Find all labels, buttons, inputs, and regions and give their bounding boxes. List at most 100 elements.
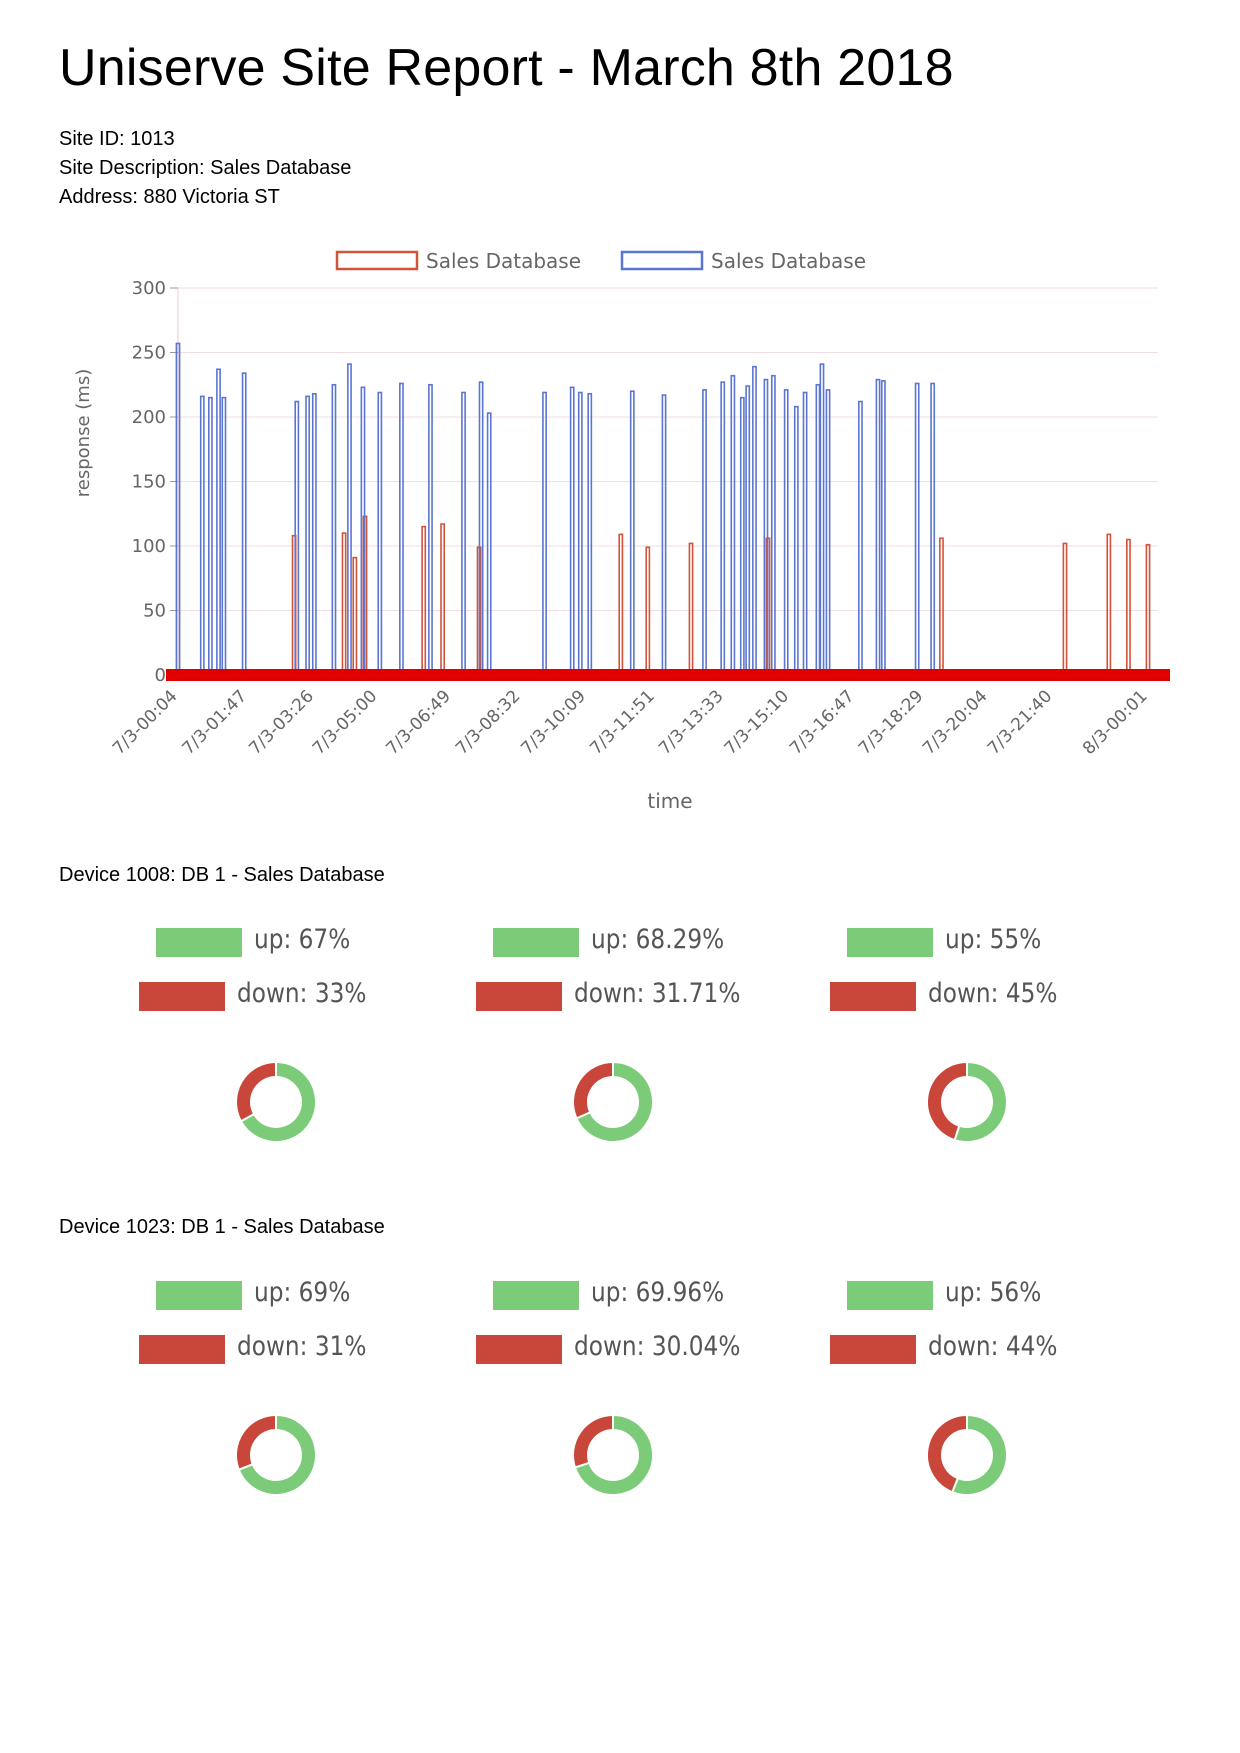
donut-down-slice: [572, 1413, 614, 1469]
donut-down-slice: [235, 1060, 277, 1123]
chart-bars: [175, 342, 1151, 676]
legend-label: Sales Database: [426, 249, 581, 273]
x-tick-label: 7/3-03:26: [245, 686, 317, 758]
bar: [793, 405, 799, 676]
bar: [875, 378, 881, 676]
bar: [730, 374, 736, 676]
bar: [208, 396, 213, 676]
bar: [347, 363, 352, 676]
availability-donut-card: up: 69% down: 31%: [130, 1277, 430, 1521]
chart-legend: Sales Database Sales Database: [335, 249, 866, 273]
legend-label: Sales Database: [711, 249, 866, 273]
up-label: up: 69%: [254, 1277, 351, 1308]
up-swatch: [847, 1281, 933, 1310]
bar: [305, 395, 311, 676]
bar: [858, 400, 863, 676]
x-tick-label: 8/3-00:01: [1079, 686, 1151, 758]
bar: [783, 389, 789, 676]
bar: [569, 386, 575, 676]
availability-donut-card: up: 68.29% down: 31.71%: [467, 924, 767, 1168]
availability-donut-card: up: 69.96% down: 30.04%: [467, 1277, 767, 1521]
up-label: up: 69.96%: [591, 1277, 725, 1308]
down-swatch: [139, 982, 225, 1011]
legend-swatch: [335, 250, 419, 271]
bar: [739, 396, 745, 676]
x-tick-label: 7/3-00:04: [109, 686, 181, 758]
report-title: Uniserve Site Report - March 8th 2018: [59, 39, 954, 97]
y-tick-label: 100: [132, 536, 166, 557]
bar: [294, 400, 300, 676]
bar: [770, 374, 776, 676]
bar: [377, 391, 383, 676]
bar: [311, 392, 317, 676]
availability-donut-card: up: 67% down: 33%: [130, 924, 430, 1168]
x-tick-label: 7/3-06:49: [382, 686, 454, 758]
up-swatch: [493, 1281, 579, 1310]
bar: [661, 394, 667, 676]
bar: [461, 391, 466, 676]
chart-grid: [177, 287, 1158, 675]
availability-donut: [235, 1413, 317, 1496]
x-tick-label: 7/3-21:40: [984, 686, 1056, 758]
bar: [216, 368, 221, 676]
down-label: down: 31%: [237, 1331, 367, 1362]
x-tick-label: 7/3-20:04: [919, 686, 991, 758]
y-axis-label: response (ms): [73, 369, 94, 497]
y-axis-ticks: 0 50 100 150 200 250 300: [132, 278, 178, 686]
up-label: up: 55%: [945, 924, 1042, 955]
bar: [745, 385, 751, 676]
site-info: Site ID: 1013 Site Description: Sales Da…: [59, 125, 351, 212]
bar: [199, 395, 205, 676]
bar: [577, 391, 583, 676]
bar: [930, 382, 936, 676]
bar: [221, 396, 227, 676]
bar: [880, 380, 886, 676]
down-label: down: 31.71%: [574, 978, 741, 1009]
down-swatch: [830, 1335, 916, 1364]
bar: [688, 542, 694, 676]
bar: [702, 389, 707, 676]
bar: [428, 383, 433, 676]
down-swatch: [476, 1335, 562, 1364]
down-label: down: 30.04%: [574, 1331, 741, 1362]
bar: [819, 363, 825, 676]
down-swatch: [139, 1335, 225, 1364]
x-axis-label: time: [647, 789, 692, 813]
bar: [815, 383, 821, 676]
x-tick-label: 7/3-05:00: [309, 686, 381, 758]
down-label: down: 45%: [928, 978, 1058, 1009]
down-swatch: [476, 982, 562, 1011]
bar: [1126, 538, 1131, 676]
bar: [399, 382, 404, 676]
x-tick-label: 7/3-11:51: [586, 686, 658, 758]
down-label: down: 44%: [928, 1331, 1058, 1362]
availability-donut: [572, 1413, 654, 1496]
down-label: down: 33%: [237, 978, 367, 1009]
down-swatch: [830, 982, 916, 1011]
y-tick-label: 50: [143, 601, 166, 622]
up-swatch: [156, 1281, 242, 1310]
response-time-chart: 050100150200250300 7/3-00:047/3-01:477/3…: [73, 249, 1170, 813]
x-tick-label: 7/3-01:47: [179, 686, 251, 758]
bar: [939, 537, 944, 676]
donut-down-slice: [235, 1413, 277, 1472]
y-tick-label: 200: [132, 407, 166, 428]
y-tick-label: 300: [132, 278, 166, 299]
up-label: up: 68.29%: [591, 924, 725, 955]
bar: [241, 372, 247, 676]
x-tick-label: 7/3-15:10: [721, 686, 793, 758]
availability-donut: [926, 1413, 1008, 1496]
device-title: Device 1023: DB 1 - Sales Database: [59, 1216, 385, 1238]
zero-baseline: [166, 669, 1170, 681]
bar: [542, 391, 547, 676]
bar: [440, 523, 446, 676]
bar: [1106, 533, 1112, 676]
bar: [618, 533, 624, 676]
bar: [421, 525, 427, 676]
up-swatch: [847, 928, 933, 957]
up-swatch: [156, 928, 242, 957]
up-label: up: 56%: [945, 1277, 1042, 1308]
bar: [486, 412, 492, 676]
availability-donut: [572, 1060, 654, 1143]
x-tick-label: 7/3-08:32: [452, 686, 524, 758]
